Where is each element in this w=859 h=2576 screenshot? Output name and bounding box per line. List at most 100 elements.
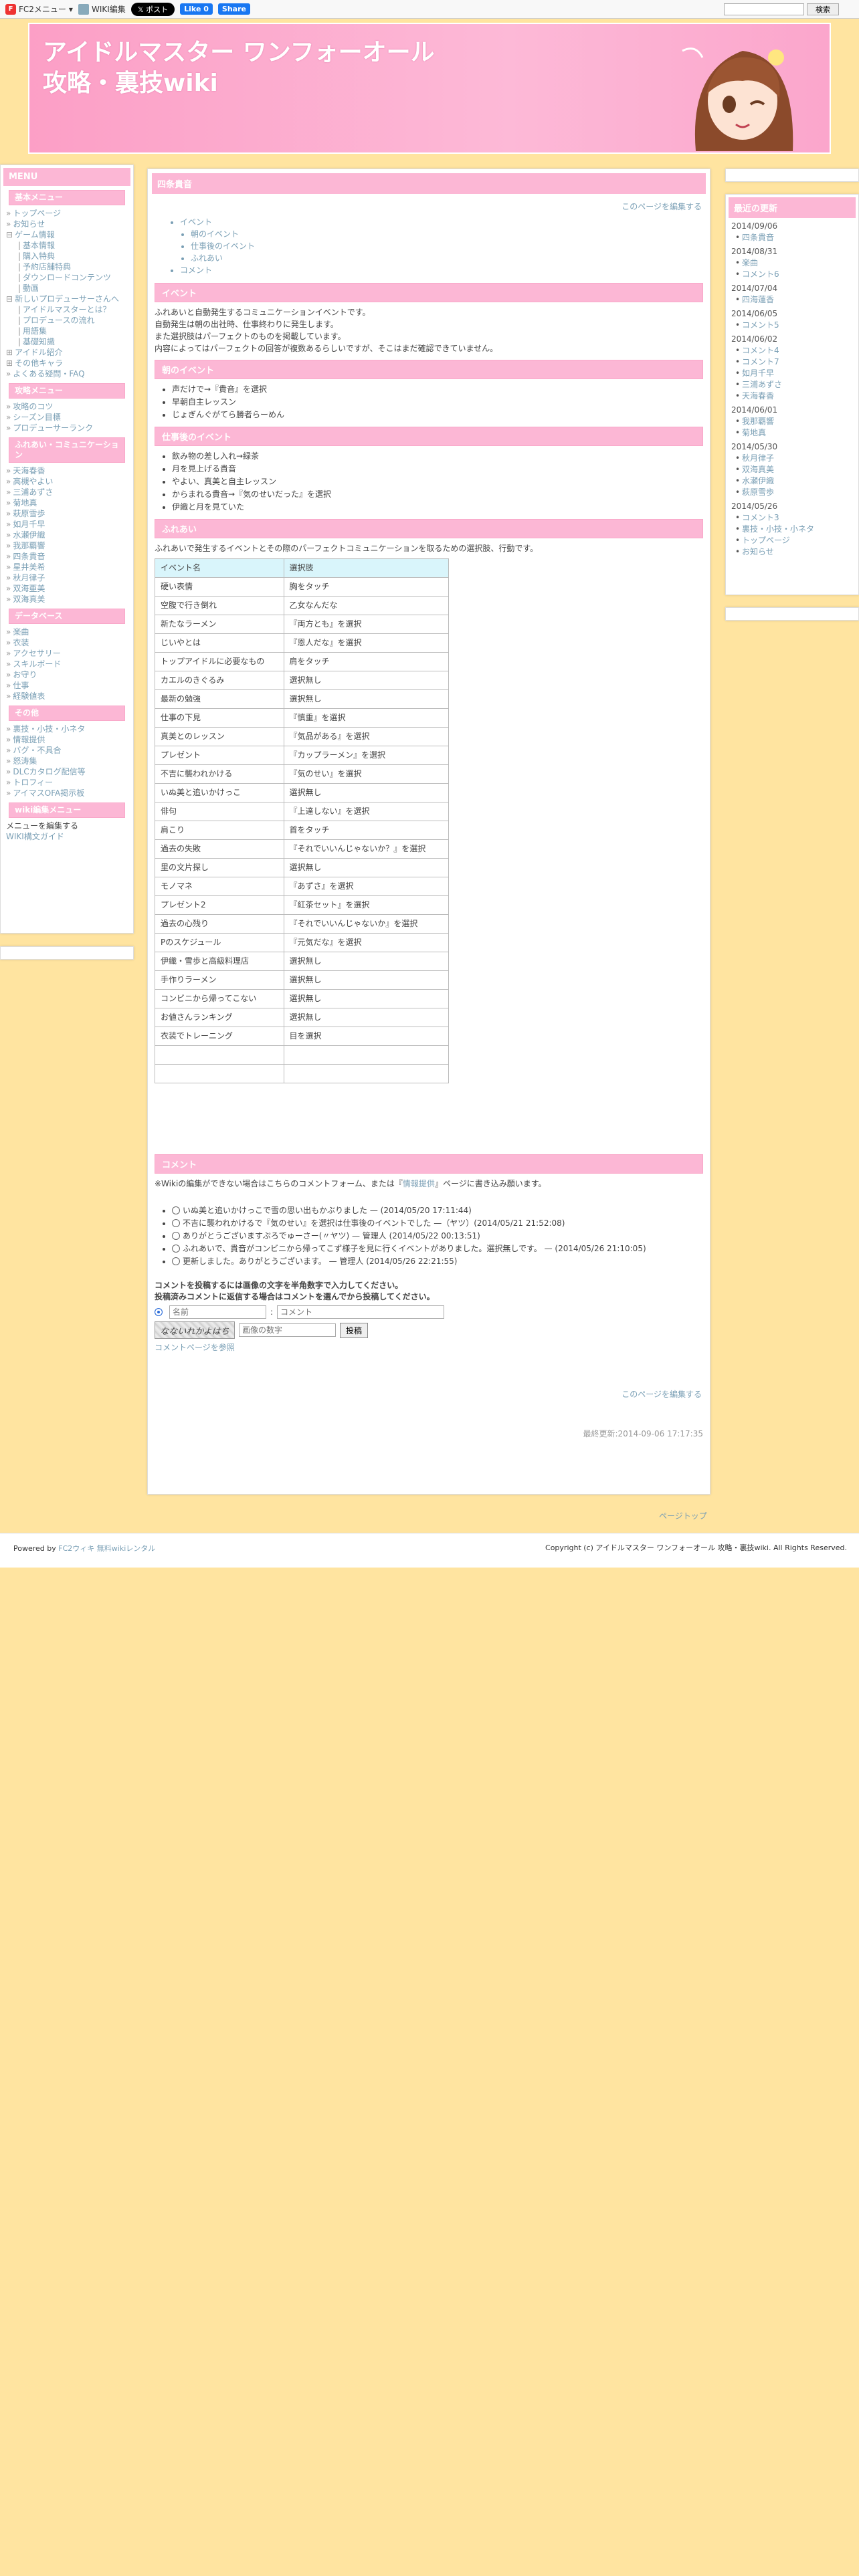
menu-sub-item[interactable]: | 動画 — [3, 283, 130, 294]
recent-item[interactable]: 萩原雪歩 — [729, 487, 856, 498]
fb-share-button[interactable]: Share — [217, 3, 250, 15]
post-button[interactable]: 投稿 — [340, 1322, 369, 1338]
menu-other-chars[interactable]: ⊞ その他キャラ — [3, 358, 130, 368]
menu-sub-item[interactable]: | 基本情報 — [3, 240, 130, 251]
recent-item[interactable]: 楽曲 — [729, 257, 856, 269]
recent-item[interactable]: コメント6 — [729, 269, 856, 280]
menu-item[interactable]: » 攻略のコツ — [3, 401, 130, 412]
menu-sub-item[interactable]: | 基礎知識 — [3, 336, 130, 347]
comment-item[interactable]: ふれあいで、貴音がコンビニから帰ってこず様子を見に行くイベントがありました。選択… — [172, 1243, 703, 1255]
recent-item[interactable]: 天海春香 — [729, 391, 856, 402]
menu-item[interactable]: » 仕事 — [3, 680, 130, 691]
comment-radio[interactable] — [172, 1232, 180, 1240]
menu-sub-item[interactable]: | 予約店舗特典 — [3, 261, 130, 272]
recent-item[interactable]: コメント7 — [729, 356, 856, 368]
menu-item[interactable]: » アイマスOFA掲示板 — [3, 788, 130, 798]
menu-item[interactable]: » 経験値表 — [3, 691, 130, 702]
recent-item[interactable]: 裏技・小技・小ネタ — [729, 524, 856, 535]
name-field[interactable] — [169, 1305, 266, 1319]
menu-item[interactable]: » 情報提供 — [3, 734, 130, 745]
wiki-syntax-guide-link[interactable]: WIKI構文ガイド — [3, 831, 130, 842]
fc2wiki-link[interactable]: FC2ウィキ — [58, 1544, 94, 1553]
edit-menu-link[interactable]: メニューを編集する — [3, 821, 130, 831]
edit-page-link-bottom[interactable]: このページを編集する — [622, 1390, 702, 1399]
menu-item[interactable]: » 菊地真 — [3, 498, 130, 508]
recent-item[interactable]: 三浦あずさ — [729, 379, 856, 391]
menu-item-top[interactable]: » トップページ — [3, 208, 130, 219]
menu-item[interactable]: » バグ・不具合 — [3, 745, 130, 756]
comment-item[interactable]: 不吉に襲われかけるで『気のせい』を選択は仕事後のイベントでした —（ヤツ）(20… — [172, 1217, 703, 1230]
comment-item[interactable]: いぬ美と追いかけっこで雪の思い出もかぶりました — (2014/05/20 17… — [172, 1204, 703, 1217]
toc-item[interactable]: ふれあい — [191, 252, 703, 264]
menu-item[interactable]: » 楽曲 — [3, 627, 130, 637]
free-rental-link[interactable]: 無料wikiレンタル — [97, 1544, 155, 1553]
search-button[interactable]: 検索 — [807, 3, 839, 15]
recent-item[interactable]: 四条貴音 — [729, 232, 856, 243]
menu-idol-intro[interactable]: ⊞ アイドル紹介 — [3, 347, 130, 358]
menu-item-news[interactable]: » お知らせ — [3, 219, 130, 229]
toc-item[interactable]: イベント — [180, 216, 703, 228]
fb-like-button[interactable]: Like 0 — [180, 3, 213, 15]
recent-item[interactable]: 秋月律子 — [729, 453, 856, 464]
comment-radio[interactable] — [172, 1245, 180, 1253]
recent-item[interactable]: 如月千早 — [729, 368, 856, 379]
recent-item[interactable]: お知らせ — [729, 546, 856, 558]
menu-item[interactable]: » 萩原雪歩 — [3, 508, 130, 519]
menu-sub-item[interactable]: | ダウンロードコンテンツ — [3, 272, 130, 283]
comment-radio[interactable] — [172, 1206, 180, 1214]
menu-sub-item[interactable]: | プロデュースの流れ — [3, 315, 130, 326]
x-post-button[interactable]: 𝕏 ポスト — [130, 2, 175, 16]
captcha-field[interactable] — [239, 1323, 336, 1337]
recent-item[interactable]: 水瀬伊織 — [729, 475, 856, 487]
menu-item[interactable]: » トロフィー — [3, 777, 130, 788]
menu-item[interactable]: » 水瀬伊織 — [3, 530, 130, 540]
menu-game-info[interactable]: ⊟ ゲーム情報 — [3, 229, 130, 240]
recent-item[interactable]: コメント3 — [729, 512, 856, 524]
menu-item[interactable]: » DLCカタログ配信等 — [3, 766, 130, 777]
comment-field[interactable] — [277, 1305, 445, 1319]
info-submit-link[interactable]: 情報提供 — [403, 1179, 435, 1188]
recent-item[interactable]: コメント4 — [729, 345, 856, 356]
menu-sub-item[interactable]: | 購入特典 — [3, 251, 130, 261]
menu-item[interactable]: » 双海真美 — [3, 594, 130, 605]
recent-item[interactable]: 双海真美 — [729, 464, 856, 475]
menu-item[interactable]: » アクセサリー — [3, 648, 130, 659]
menu-item[interactable]: » 星井美希 — [3, 562, 130, 572]
menu-item[interactable]: » 裏技・小技・小ネタ — [3, 724, 130, 734]
comment-item[interactable]: ありがとうございますぷろでゅーさー(〃ヤツ) — 管理人 (2014/05/22… — [172, 1230, 703, 1243]
recent-item[interactable]: トップページ — [729, 535, 856, 546]
menu-item[interactable]: » 秋月律子 — [3, 572, 130, 583]
menu-faq[interactable]: » よくある疑問・FAQ — [3, 368, 130, 379]
search-input[interactable] — [724, 3, 804, 15]
toc-item[interactable]: コメント — [180, 264, 703, 276]
menu-sub-item[interactable]: | アイドルマスターとは？ — [3, 304, 130, 315]
menu-item[interactable]: » シーズン目標 — [3, 412, 130, 423]
site-title[interactable]: アイドルマスター ワンフォーオール 攻略・裏技wiki — [43, 37, 435, 99]
wiki-edit-link[interactable]: WIKI編集 — [78, 3, 126, 15]
comment-radio[interactable] — [172, 1257, 180, 1265]
menu-item[interactable]: » お守り — [3, 669, 130, 680]
page-top-link[interactable]: ページトップ — [659, 1510, 707, 1521]
menu-item[interactable]: » 四条貴音 — [3, 551, 130, 562]
comment-item[interactable]: 更新しました。ありがとうございます。 — 管理人 (2014/05/26 22:… — [172, 1255, 703, 1268]
comment-page-link[interactable]: コメントページを参照 — [155, 1343, 235, 1352]
fc2-menu[interactable]: F FC2メニュー ▾ — [5, 3, 73, 15]
menu-item[interactable]: » 怒涛集 — [3, 756, 130, 766]
menu-item[interactable]: » 高槻やよい — [3, 476, 130, 487]
comment-radio[interactable] — [172, 1219, 180, 1227]
recent-item[interactable]: 我那覇響 — [729, 416, 856, 427]
recent-item[interactable]: コメント5 — [729, 320, 856, 331]
menu-item[interactable]: » 双海亜美 — [3, 583, 130, 594]
toc-item[interactable]: 仕事後のイベント — [191, 240, 703, 252]
toc-item[interactable]: 朝のイベント — [191, 228, 703, 240]
recent-item[interactable]: 菊地真 — [729, 427, 856, 439]
menu-sub-item[interactable]: | 用語集 — [3, 326, 130, 336]
menu-item[interactable]: » 三浦あずさ — [3, 487, 130, 498]
edit-page-link[interactable]: このページを編集する — [622, 202, 702, 211]
menu-item[interactable]: » 天海春香 — [3, 465, 130, 476]
menu-new-producer[interactable]: ⊟ 新しいプロデューサーさんへ — [3, 294, 130, 304]
new-comment-radio[interactable] — [155, 1308, 163, 1316]
recent-item[interactable]: 四海蓮香 — [729, 294, 856, 306]
menu-item[interactable]: » 衣装 — [3, 637, 130, 648]
menu-item[interactable]: » 我那覇響 — [3, 540, 130, 551]
